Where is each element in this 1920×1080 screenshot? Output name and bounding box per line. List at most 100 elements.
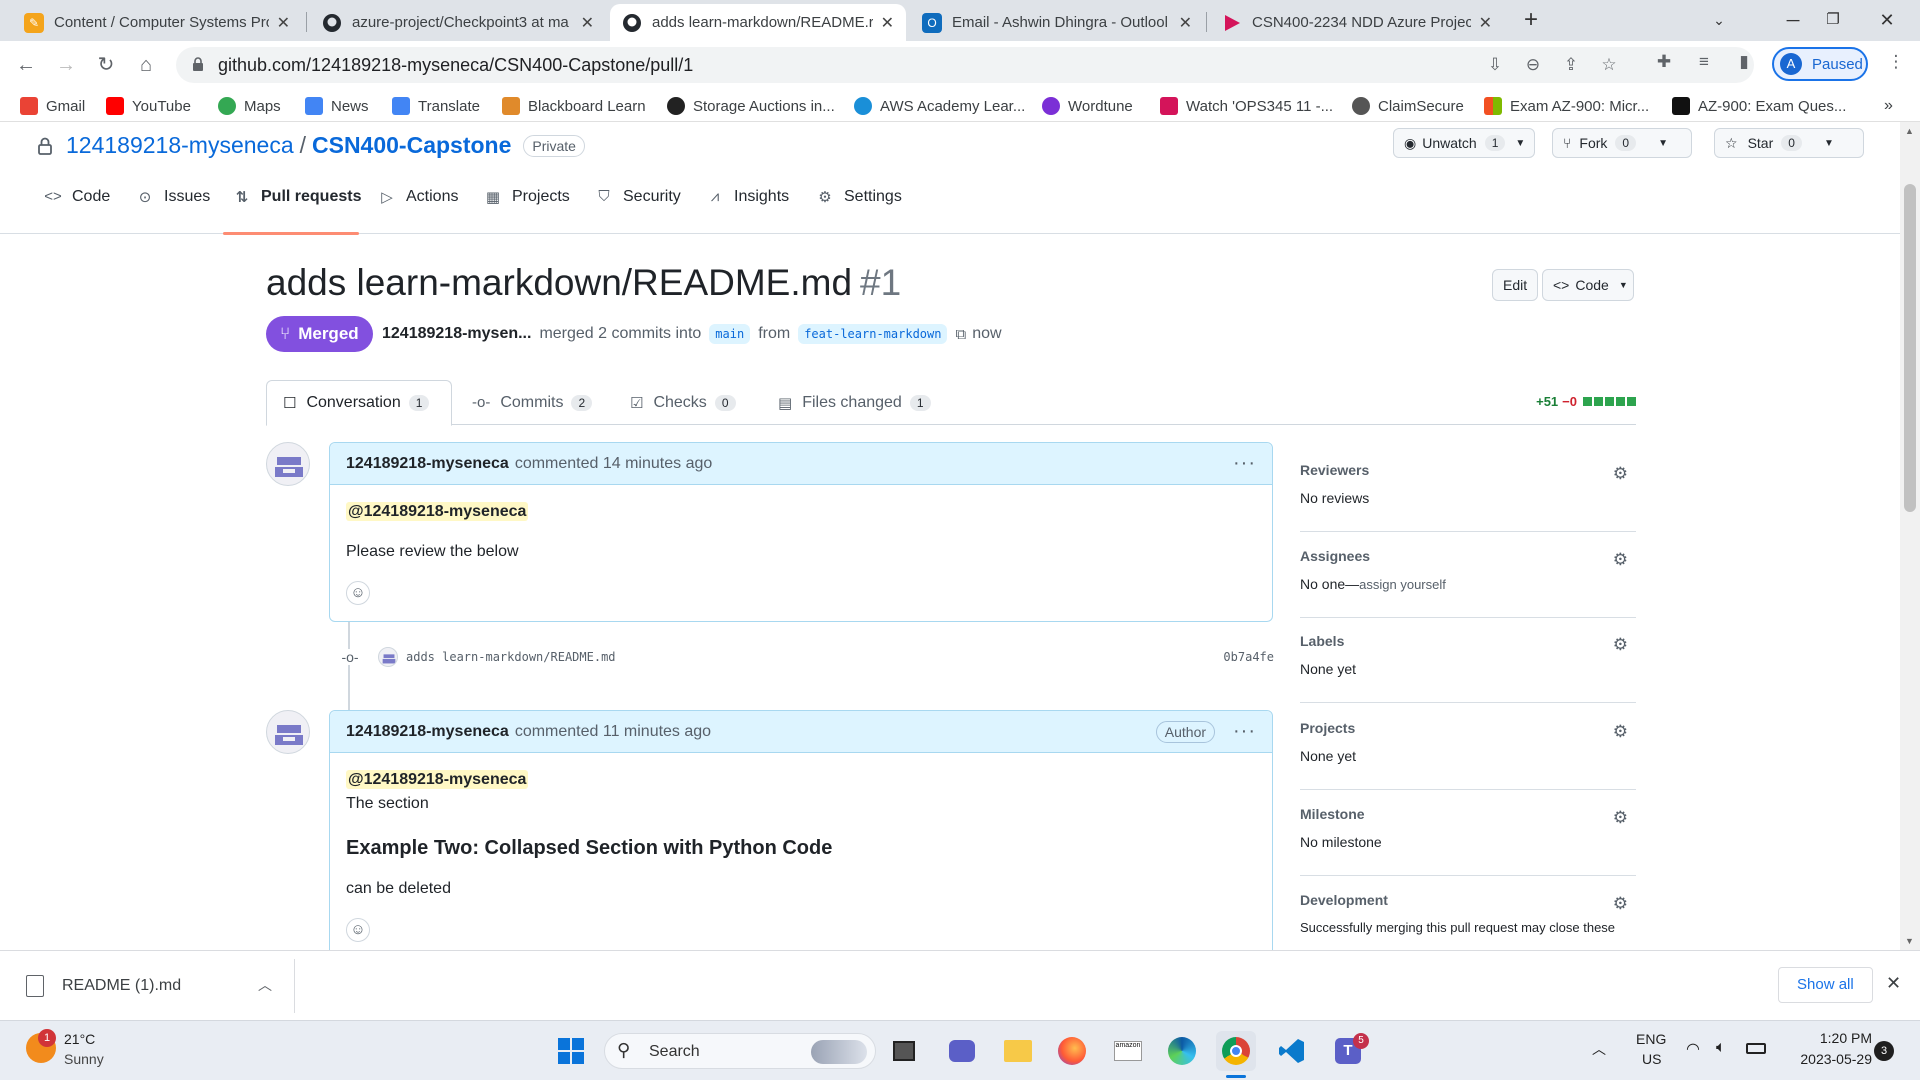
weather-temp[interactable]: 21°C [64,1031,95,1047]
close-icon[interactable]: ✕ [277,13,290,33]
browser-tab-1[interactable]: ✎ Content / Computer Systems Pro ✕ [12,4,302,41]
home-icon[interactable]: ⌂ [132,51,160,79]
commit-message-link[interactable]: adds learn-markdown/README.md [406,650,616,664]
close-icon[interactable]: ✕ [1179,13,1192,33]
firefox-icon[interactable] [1052,1031,1092,1071]
close-icon[interactable]: ✕ [1886,973,1901,994]
task-view-icon[interactable] [884,1031,924,1071]
bookmark-wordtune[interactable]: Wordtune [1042,95,1133,117]
tab-code[interactable]: <> Code [44,188,110,206]
chevron-up-icon[interactable]: ︿ [258,975,272,995]
bookmark-news[interactable]: News [305,95,369,117]
user-mention[interactable]: @124189218-myseneca [346,502,529,521]
add-reaction-icon[interactable]: ☺ [346,918,370,942]
tab-conversation[interactable]: ☐ Conversation 1 [266,380,452,426]
pr-author-link[interactable]: 124189218-mysen... [382,325,531,343]
restore-icon[interactable]: ❐ [1818,6,1848,34]
repo-owner-link[interactable]: 124189218-myseneca [66,132,294,159]
tab-commits[interactable]: -o- Commits 2 [456,380,608,425]
scrollbar-thumb[interactable] [1904,184,1916,512]
tab-issues[interactable]: ⊙ Issues [136,188,211,206]
windows-start-icon[interactable] [551,1031,591,1071]
volume-icon[interactable]: 🔈︎ [1716,1039,1726,1057]
gear-icon[interactable]: ⚙ [1613,894,1628,914]
copy-icon[interactable]: ⧉ [955,326,966,343]
tab-files-changed[interactable]: ▤ Files changed 1 [762,380,947,425]
browser-tab-4[interactable]: O Email - Ashwin Dhingra - Outlool ✕ [910,4,1204,41]
back-icon[interactable]: ← [12,51,40,79]
bookmark-storage-auctions[interactable]: Storage Auctions in... [667,95,835,117]
star-icon[interactable]: ☆ [1598,55,1620,77]
browser-tab-2[interactable]: azure-project/Checkpoint3 at ma ✕ [310,4,606,41]
vscode-icon[interactable] [1272,1031,1312,1071]
comment-author-link[interactable]: 124189218-myseneca [346,455,509,473]
close-icon[interactable]: ✕ [1479,13,1492,33]
clock-time[interactable]: 1:20 PM [1776,1030,1872,1046]
assign-yourself-link[interactable]: assign yourself [1359,577,1446,592]
battery-icon[interactable] [1746,1043,1766,1054]
reload-icon[interactable]: ↻ [92,51,120,79]
page-scrollbar[interactable]: ▲ ▼ [1900,122,1920,950]
zoom-icon[interactable]: ⊖ [1522,55,1544,77]
avatar[interactable] [266,442,310,486]
amazon-icon[interactable]: amazon [1108,1031,1148,1071]
minimize-icon[interactable]: ─ [1778,6,1808,34]
bookmark-exam-az900[interactable]: Exam AZ-900: Micr... [1484,95,1649,117]
bookmark-gmail[interactable]: Gmail [20,95,85,117]
side-panel-icon[interactable]: ▮ [1732,52,1756,76]
bookmark-youtube[interactable]: YouTube [106,95,191,117]
commit-sha-link[interactable]: 0b7a4fe [1223,650,1274,664]
gear-icon[interactable]: ⚙ [1613,635,1628,655]
profile-button[interactable]: A Paused [1772,47,1868,81]
tab-security[interactable]: ⛉ Security [595,188,680,206]
tab-insights[interactable]: ⩘ Insights [706,188,789,206]
gear-icon[interactable]: ⚙ [1613,464,1628,484]
unwatch-button[interactable]: ◉ Unwatch 1 ▼ [1393,128,1535,158]
edit-button[interactable]: Edit [1492,269,1539,301]
bookmark-translate[interactable]: Translate [392,95,480,117]
bookmark-aws-academy[interactable]: AWS Academy Lear... [854,95,1025,117]
install-icon[interactable]: ⇩ [1484,55,1506,77]
chrome-icon[interactable] [1216,1031,1256,1071]
base-branch[interactable]: main [709,324,751,344]
gear-icon[interactable]: ⚙ [1613,722,1628,742]
more-bookmarks-icon[interactable]: » [1884,95,1893,117]
gear-icon[interactable]: ⚙ [1613,550,1628,570]
tab-pull-requests[interactable]: ⇅ Pull requests [233,188,362,206]
edge-icon[interactable] [1162,1031,1202,1071]
chat-icon[interactable] [942,1031,982,1071]
close-window-icon[interactable]: ✕ [1872,6,1902,34]
tab-settings[interactable]: ⚙ Settings [816,188,902,206]
address-bar[interactable]: github.com/124189218-myseneca/CSN400-Cap… [176,47,1754,83]
download-item-name[interactable]: README (1).md [62,977,181,995]
comment-author-link[interactable]: 124189218-myseneca [346,723,509,741]
gear-icon[interactable]: ⚙ [1613,808,1628,828]
star-button[interactable]: ☆ Star 0 ▼ [1714,128,1864,158]
bookmark-watch-ops345[interactable]: Watch 'OPS345 11 -... [1160,95,1333,117]
head-branch[interactable]: feat-learn-markdown [798,324,948,344]
tab-checks[interactable]: ☑ Checks 0 [614,380,752,425]
bookmark-claimsecure[interactable]: ClaimSecure [1352,95,1464,117]
tab-search-icon[interactable]: ⌄ [1704,6,1734,34]
browser-tab-3[interactable]: adds learn-markdown/README.r ✕ [610,4,906,41]
new-tab-button[interactable]: + [1516,6,1546,34]
forward-icon[interactable]: → [52,51,80,79]
extensions-icon[interactable]: ✚ [1652,52,1676,76]
close-icon[interactable]: ✕ [881,13,894,33]
code-button[interactable]: <> Code ▼ [1542,269,1634,301]
bookmark-maps[interactable]: Maps [218,95,281,117]
more-options-icon[interactable]: ··· [1233,452,1256,475]
reading-list-icon[interactable]: ≡ [1692,52,1716,76]
file-explorer-icon[interactable] [998,1031,1038,1071]
bookmark-az900-questions[interactable]: AZ-900: Exam Ques... [1672,95,1846,117]
repo-name-link[interactable]: CSN400-Capstone [312,132,511,159]
show-all-button[interactable]: Show all [1778,967,1873,1003]
scroll-up-icon[interactable]: ▲ [1905,126,1914,136]
more-options-icon[interactable]: ··· [1233,720,1256,743]
share-icon[interactable]: ⇪ [1560,55,1582,77]
chevron-up-icon[interactable]: ︿ [1592,1039,1606,1059]
browser-tab-5[interactable]: CSN400-2234 NDD Azure Project ✕ [1210,4,1504,41]
scroll-down-icon[interactable]: ▼ [1905,936,1914,946]
bookmark-blackboard[interactable]: Blackboard Learn [502,95,646,117]
wifi-icon[interactable]: ◠ [1686,1039,1700,1059]
